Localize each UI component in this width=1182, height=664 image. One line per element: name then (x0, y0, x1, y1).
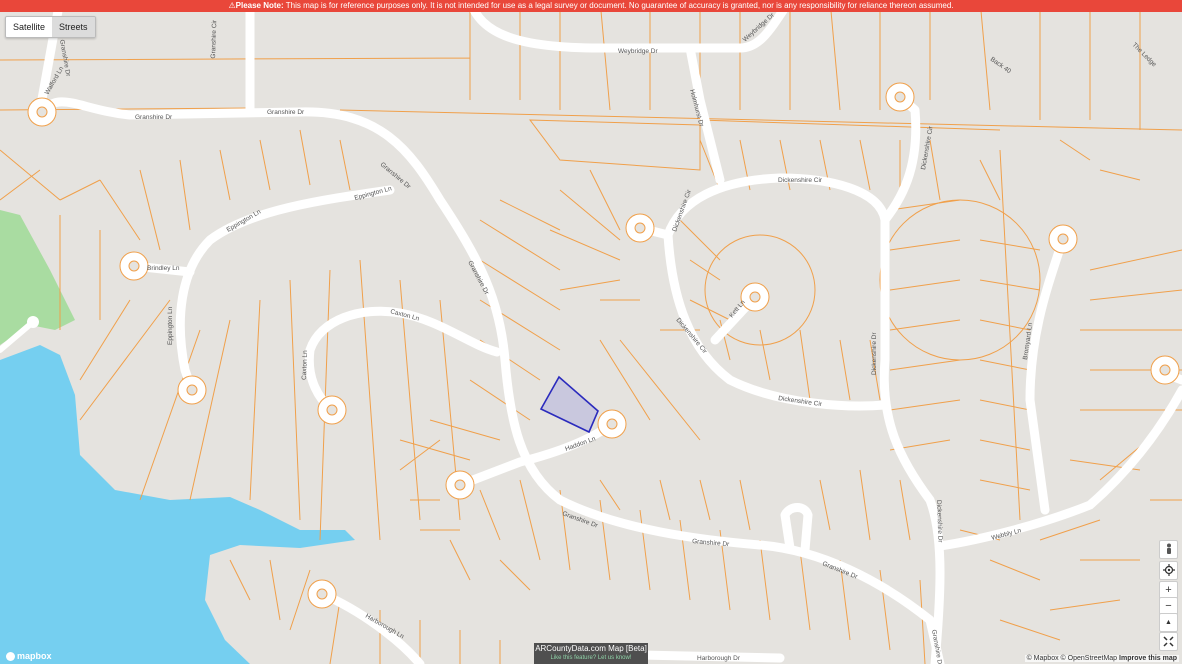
label-brindley-ln: Brindley Ln (147, 265, 180, 272)
fullscreen-icon[interactable] (1159, 632, 1178, 651)
label-harborough-dr: Harborough Dr (697, 655, 741, 662)
mapbox-logo[interactable]: mapbox (6, 651, 52, 661)
label-weybridge-dr: Weybridge Dr (618, 48, 658, 55)
disclaimer-banner: ⚠Please Note: This map is for reference … (0, 0, 1182, 12)
streets-button[interactable]: Streets (52, 17, 95, 37)
warning-icon: ⚠ (228, 1, 236, 10)
label-eppington-ln-3: Eppington Ln (167, 306, 174, 345)
mapbox-mark-icon (6, 651, 15, 661)
feedback-link[interactable]: Like this feature? Let us know! (534, 654, 648, 663)
label-granshire-dr-1: Granshire Dr (135, 114, 173, 121)
label-granshire-dr-2: Granshire Dr (267, 109, 305, 116)
parcel-map[interactable]: Weybridge Dr Weybridge Dr Holmhurst Dr B… (0, 0, 1182, 664)
locate-icon[interactable] (1159, 561, 1178, 580)
attrib-mapbox-link[interactable]: © Mapbox (1027, 655, 1059, 662)
mapbox-logo-text: mapbox (17, 651, 52, 661)
label-dickenshire-dr-1: Dickenshire Dr (871, 332, 878, 375)
brand-title: ARCountyData.com Map [Beta] (535, 644, 647, 653)
label-caxton-ln-2: Caxton Ln (301, 350, 309, 380)
label-dickenshire-cir-1: Dickenshire Cir (778, 177, 823, 184)
attrib-osm-link[interactable]: © OpenStreetMap (1061, 655, 1118, 662)
pegman-icon[interactable] (1159, 540, 1178, 559)
brand-box: ARCountyData.com Map [Beta] Like this fe… (534, 643, 648, 664)
satellite-button[interactable]: Satellite (6, 17, 53, 37)
improve-map-link[interactable]: Improve this map (1119, 655, 1177, 662)
layer-toggle: Satellite Streets (5, 16, 96, 38)
label-granshire-cir: Granshire Cir (210, 19, 218, 59)
notice-text: This map is for reference purposes only.… (285, 1, 954, 10)
notice-prefix: Please Note: (235, 1, 284, 10)
attribution: © Mapbox © OpenStreetMap Improve this ma… (1024, 655, 1179, 662)
compass-icon[interactable]: ▲ (1159, 613, 1178, 632)
